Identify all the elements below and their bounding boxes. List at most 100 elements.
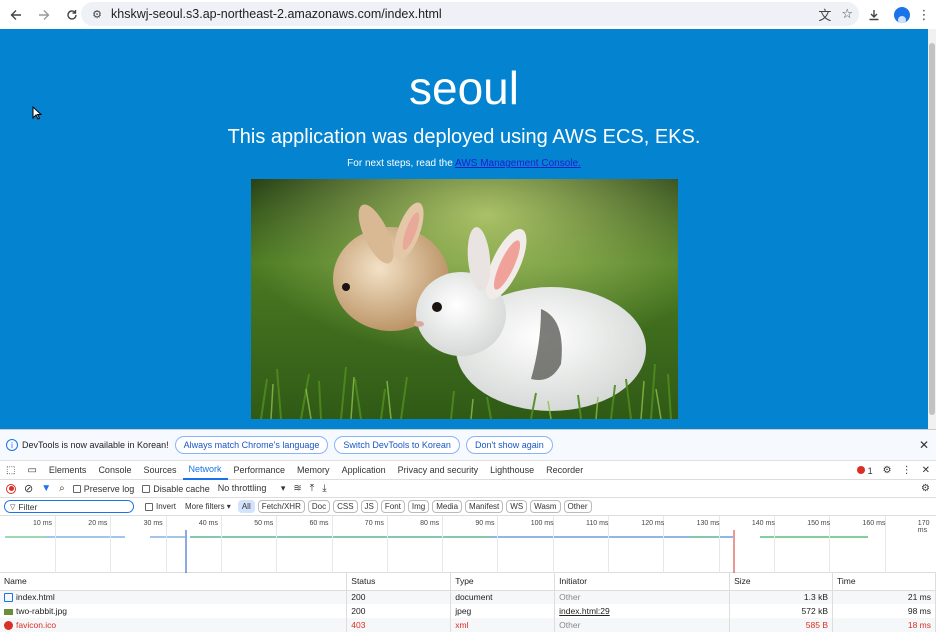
- tab-performance[interactable]: Performance: [228, 461, 292, 480]
- timeline-tick-label: 160 ms: [862, 520, 886, 527]
- col-type[interactable]: Type: [450, 573, 556, 591]
- forward-button[interactable]: [30, 3, 58, 27]
- filter-font[interactable]: Font: [380, 500, 405, 513]
- dont-show-again-button[interactable]: Don't show again: [465, 436, 553, 454]
- timeline-gridline: [331, 516, 333, 573]
- filter-js[interactable]: JS: [360, 500, 378, 513]
- scroll-thumb[interactable]: [929, 43, 935, 415]
- translate-icon[interactable]: 文: [818, 5, 831, 24]
- upload-icon[interactable]: ⤒: [310, 483, 314, 494]
- more-vertical-icon: ⋮: [917, 7, 931, 22]
- timeline-gridline: [220, 516, 222, 573]
- profile-avatar[interactable]: [894, 6, 910, 23]
- tab-memory[interactable]: Memory: [291, 461, 336, 480]
- menu-button[interactable]: ⋮: [916, 3, 932, 27]
- col-size[interactable]: Size: [729, 573, 834, 591]
- settings-gear-icon[interactable]: ⚙: [883, 465, 892, 476]
- filter-media[interactable]: Media: [432, 500, 463, 513]
- timeline-tick-label: 10 ms: [33, 520, 53, 527]
- requests-table: Name Status Type Initiator Size Time ind…: [0, 573, 936, 632]
- filter-ws[interactable]: WS: [506, 500, 528, 513]
- tab-application[interactable]: Application: [336, 461, 392, 480]
- tab-network[interactable]: Network: [182, 461, 228, 480]
- filter-css[interactable]: CSS: [333, 500, 358, 513]
- filter-input[interactable]: ▽ Filter: [4, 500, 134, 513]
- page-scrollbar[interactable]: [928, 29, 936, 429]
- tab-privacy-security[interactable]: Privacy and security: [392, 461, 485, 480]
- more-filters-dropdown[interactable]: More filters ▾: [185, 502, 231, 511]
- inspect-element-icon[interactable]: ⬚: [0, 461, 21, 480]
- timeline-gridline: [442, 516, 444, 573]
- timeline-tick-label: 80 ms: [420, 520, 440, 527]
- more-vertical-icon[interactable]: ⋮: [902, 465, 912, 476]
- timeline-gridline: [276, 516, 278, 573]
- timeline-gridline: [110, 516, 112, 573]
- aws-console-link[interactable]: AWS Management Console.: [455, 158, 581, 169]
- wifi-icon[interactable]: ≋: [293, 483, 301, 494]
- match-language-button[interactable]: Always match Chrome's language: [174, 436, 329, 454]
- timeline-tick-label: 150 ms: [807, 520, 831, 527]
- tab-lighthouse[interactable]: Lighthouse: [484, 461, 540, 480]
- request-status: 403: [346, 618, 452, 632]
- invert-checkbox[interactable]: Invert: [145, 502, 176, 511]
- col-initiator[interactable]: Initiator: [554, 573, 731, 591]
- download-icon: [869, 9, 879, 20]
- request-name: two-rabbit.jpg: [16, 606, 68, 616]
- address-bar[interactable]: ⚙ khskwj-seoul.s3.ap-northeast-2.amazona…: [81, 2, 859, 26]
- timeline-tick-label: 170 ms: [917, 520, 930, 534]
- close-icon[interactable]: ✕: [919, 438, 929, 452]
- filter-bar: ▽ Filter Invert More filters ▾ All Fetch/…: [0, 498, 936, 516]
- filter-img[interactable]: Img: [407, 500, 430, 513]
- col-time[interactable]: Time: [832, 573, 936, 591]
- col-name[interactable]: Name: [0, 573, 348, 591]
- timeline-gridline: [386, 516, 388, 573]
- request-initiator: Other: [554, 590, 731, 604]
- site-info-icon[interactable]: ⚙: [85, 8, 109, 21]
- filter-fetch-xhr[interactable]: Fetch/XHR: [257, 500, 305, 513]
- search-icon[interactable]: ⌕: [59, 483, 65, 494]
- filter-all[interactable]: All: [237, 500, 255, 513]
- preserve-log-checkbox[interactable]: Preserve log: [72, 484, 134, 494]
- url-text[interactable]: khskwj-seoul.s3.ap-northeast-2.amazonaws…: [111, 7, 442, 21]
- network-timeline[interactable]: 10 ms 20 ms 30 ms 40 ms 50 ms 60 ms 70 ms 80 ms…: [0, 516, 936, 573]
- error-icon: [4, 621, 13, 631]
- request-type: xml: [450, 618, 556, 632]
- tab-elements[interactable]: Elements: [43, 461, 93, 480]
- error-count: 1: [867, 465, 873, 476]
- network-settings-icon[interactable]: ⚙: [921, 483, 930, 494]
- devtools-panel: i DevTools is now available in Korean! A…: [0, 429, 936, 639]
- record-button[interactable]: [6, 483, 16, 494]
- initiator-link[interactable]: index.html:29: [559, 606, 610, 616]
- filter-other[interactable]: Other: [563, 500, 592, 513]
- throttling-select[interactable]: No throttling ▾: [218, 483, 286, 494]
- page-note: For next steps, read the AWS Management …: [0, 158, 928, 169]
- tab-sources[interactable]: Sources: [137, 461, 182, 480]
- disable-cache-checkbox[interactable]: Disable cache: [142, 484, 210, 494]
- close-devtools-icon[interactable]: ✕: [922, 465, 930, 476]
- tab-recorder[interactable]: Recorder: [540, 461, 589, 480]
- request-type: document: [450, 590, 556, 604]
- switch-korean-button[interactable]: Switch DevTools to Korean: [334, 436, 460, 454]
- col-status[interactable]: Status: [346, 573, 452, 591]
- timeline-gridline: [497, 516, 499, 573]
- filter-doc[interactable]: Doc: [307, 500, 331, 513]
- filter-wasm[interactable]: Wasm: [530, 500, 561, 513]
- table-row[interactable]: favicon.ico 403 xml Other 585 B 18 ms: [0, 618, 936, 632]
- funnel-icon: ▽: [10, 503, 16, 511]
- device-toolbar-icon[interactable]: ▭: [21, 461, 42, 480]
- back-button[interactable]: [2, 3, 30, 27]
- filter-funnel-icon[interactable]: ▼: [41, 483, 51, 494]
- error-counter[interactable]: 1: [856, 465, 873, 476]
- timeline-tick-label: 110 ms: [586, 520, 609, 527]
- page-subtitle: This application was deployed using AWS …: [227, 126, 701, 148]
- tab-console[interactable]: Console: [92, 461, 137, 480]
- page-viewport: seoul This application was deployed usin…: [0, 29, 928, 429]
- request-name: favicon.ico: [16, 619, 57, 630]
- clear-icon[interactable]: ⊘: [24, 482, 33, 495]
- table-row[interactable]: index.html 200 document Other 1.3 kB 21 …: [0, 590, 936, 604]
- download-icon[interactable]: ⤓: [322, 483, 326, 494]
- filter-manifest[interactable]: Manifest: [465, 500, 504, 513]
- bookmark-star-icon[interactable]: ☆: [841, 6, 853, 22]
- download-button[interactable]: [860, 3, 888, 27]
- table-row[interactable]: two-rabbit.jpg 200 jpeg index.html:29 57…: [0, 604, 936, 618]
